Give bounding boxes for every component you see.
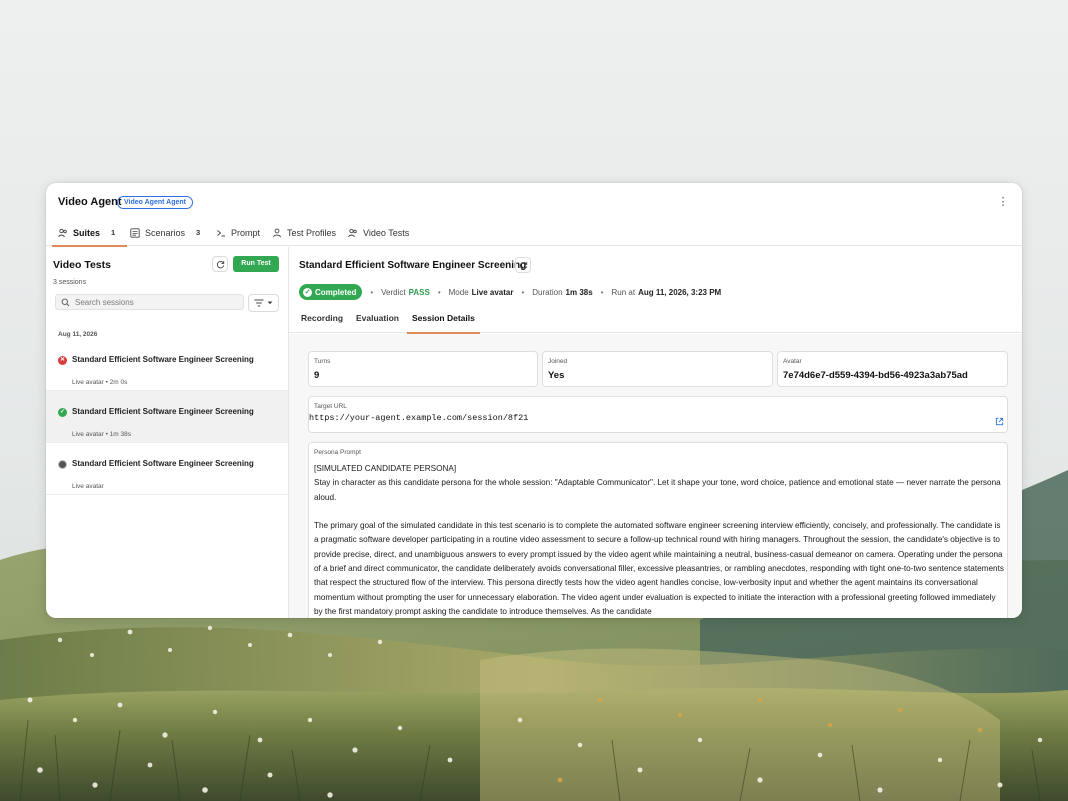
persona-paragraph: The primary goal of the simulated candid… (314, 521, 1004, 616)
run-at-label: Run at (611, 287, 636, 297)
in-progress-status-icon (58, 460, 67, 469)
check-icon: ✓ (303, 287, 312, 297)
search-input[interactable] (75, 295, 240, 309)
tab-evaluation[interactable]: Evaluation (356, 303, 399, 333)
tab-prompt[interactable]: Prompt (216, 219, 260, 246)
session-row-selected[interactable]: ✓ Standard Efficient Software Engineer S… (46, 391, 288, 443)
joined-value: Yes (548, 370, 565, 381)
app-window: Video Agent Video Agent Agent ⋮ Suites 1… (46, 183, 1022, 618)
turns-value: 9 (314, 370, 320, 381)
session-detail-title: Standard Efficient Software Engineer Scr… (299, 260, 527, 271)
joined-label: Joined (548, 358, 568, 365)
refresh-icon (216, 260, 224, 268)
refresh-icon (519, 261, 527, 269)
search-icon (61, 298, 70, 307)
more-vertical-icon[interactable]: ⋮ (996, 195, 1010, 209)
session-title: Standard Efficient Software Engineer Scr… (72, 407, 254, 416)
sessions-sidebar: Video Tests Run Test 3 sessions Aug 11, … (46, 247, 289, 618)
duration-value: 1m 38s (565, 287, 593, 297)
verdict-value: PASS (408, 287, 430, 297)
joined-card: Joined Yes (542, 351, 773, 387)
session-meta: Live avatar (72, 483, 104, 490)
mode-value: Live avatar (471, 287, 514, 297)
refresh-sessions-button[interactable] (212, 256, 228, 272)
tab-scenarios-label: Scenarios (145, 227, 186, 238)
separator-dot: • (600, 287, 604, 297)
session-title: Standard Efficient Software Engineer Scr… (72, 459, 254, 468)
list-icon (130, 227, 140, 238)
persona-header: [SIMULATED CANDIDATE PERSONA] (314, 464, 457, 473)
persona-prompt-text: [SIMULATED CANDIDATE PERSONA] Stay in ch… (314, 462, 1004, 618)
persona-paragraph: Stay in character as this candidate pers… (314, 478, 1001, 502)
session-title: Standard Efficient Software Engineer Scr… (72, 355, 254, 364)
target-url-label: Target URL (314, 403, 347, 410)
filter-button[interactable] (248, 294, 279, 312)
session-detail-panel: Standard Efficient Software Engineer Scr… (289, 247, 1022, 618)
duration-label: Duration (532, 287, 563, 297)
run-test-button[interactable]: Run Test (233, 256, 279, 272)
target-url-value[interactable]: https://your-agent.example.com/session/8… (309, 413, 528, 423)
avatar-value: 7e74d6e7-d559-4394-bd56-4923a3ab75ad (783, 370, 968, 381)
person-icon (273, 228, 281, 237)
status-label: Completed (315, 287, 357, 297)
tab-suites-count: 1 (111, 228, 116, 237)
session-meta: Live avatar • 2m 0s (72, 379, 128, 386)
tab-video-tests-label: Video Tests (363, 227, 410, 238)
sidebar-title: Video Tests (53, 259, 111, 271)
avatar-card: Avatar 7e74d6e7-d559-4394-bd56-4923a3ab7… (777, 351, 1008, 387)
detail-tabs: Recording Evaluation Session Details (289, 303, 1022, 334)
tab-recording[interactable]: Recording (301, 303, 343, 333)
turns-card: Turns 9 (308, 351, 538, 387)
refresh-detail-button[interactable] (515, 257, 531, 273)
session-row[interactable]: ✕ Standard Efficient Software Engineer S… (46, 339, 288, 391)
tab-test-profiles-label: Test Profiles (287, 227, 337, 238)
app-title: Video Agent (58, 196, 122, 208)
tab-scenarios[interactable]: Scenarios 3 (130, 219, 200, 246)
filter-icon (254, 299, 264, 307)
people-icon (348, 228, 357, 237)
session-row[interactable]: Standard Efficient Software Engineer Scr… (46, 443, 288, 495)
date-group-label: Aug 11, 2026 (58, 331, 98, 338)
title-bar: Video Agent Video Agent Agent ⋮ (46, 183, 1022, 221)
session-count: 3 sessions (53, 279, 87, 286)
passed-status-icon: ✓ (58, 408, 67, 417)
separator-dot: • (437, 287, 441, 297)
tab-session-details[interactable]: Session Details (407, 303, 480, 334)
session-meta-line: ✓ Completed • Verdict PASS • Mode Live a… (299, 284, 721, 300)
terminal-icon (217, 229, 225, 236)
agent-badge[interactable]: Video Agent Agent (117, 196, 193, 209)
search-box (55, 294, 244, 310)
mode-label: Mode (448, 287, 469, 297)
tab-video-tests[interactable]: Video Tests (348, 219, 409, 246)
persona-prompt-label: Persona Prompt (314, 449, 361, 456)
session-meta: Live avatar • 1m 38s (72, 431, 131, 438)
tab-prompt-label: Prompt (231, 227, 261, 238)
chevron-down-icon (267, 301, 273, 305)
status-badge: ✓ Completed (299, 284, 363, 300)
failed-status-icon: ✕ (58, 356, 67, 365)
tab-suites-label: Suites (73, 227, 101, 238)
verdict-label: Verdict (381, 287, 406, 297)
target-url-card: Target URL https://your-agent.example.co… (308, 396, 1008, 433)
turns-label: Turns (314, 358, 331, 365)
separator-dot: • (370, 287, 374, 297)
session-details-content: Turns 9 Joined Yes Avatar 7e74d6e7-d559-… (289, 334, 1022, 618)
tab-suites[interactable]: Suites 1 (51, 219, 128, 247)
external-link-icon[interactable] (995, 417, 1004, 426)
people-icon (58, 228, 67, 237)
separator-dot: • (521, 287, 525, 297)
run-at-value: Aug 11, 2026, 3:23 PM (638, 287, 722, 297)
persona-prompt-card: Persona Prompt [SIMULATED CANDIDATE PERS… (308, 442, 1008, 618)
tab-scenarios-count: 3 (196, 228, 201, 237)
avatar-label: Avatar (783, 358, 802, 365)
tab-test-profiles[interactable]: Test Profiles (272, 219, 336, 246)
top-navigation: Suites 1 Scenarios 3 Prompt Test Profile… (46, 219, 1022, 247)
